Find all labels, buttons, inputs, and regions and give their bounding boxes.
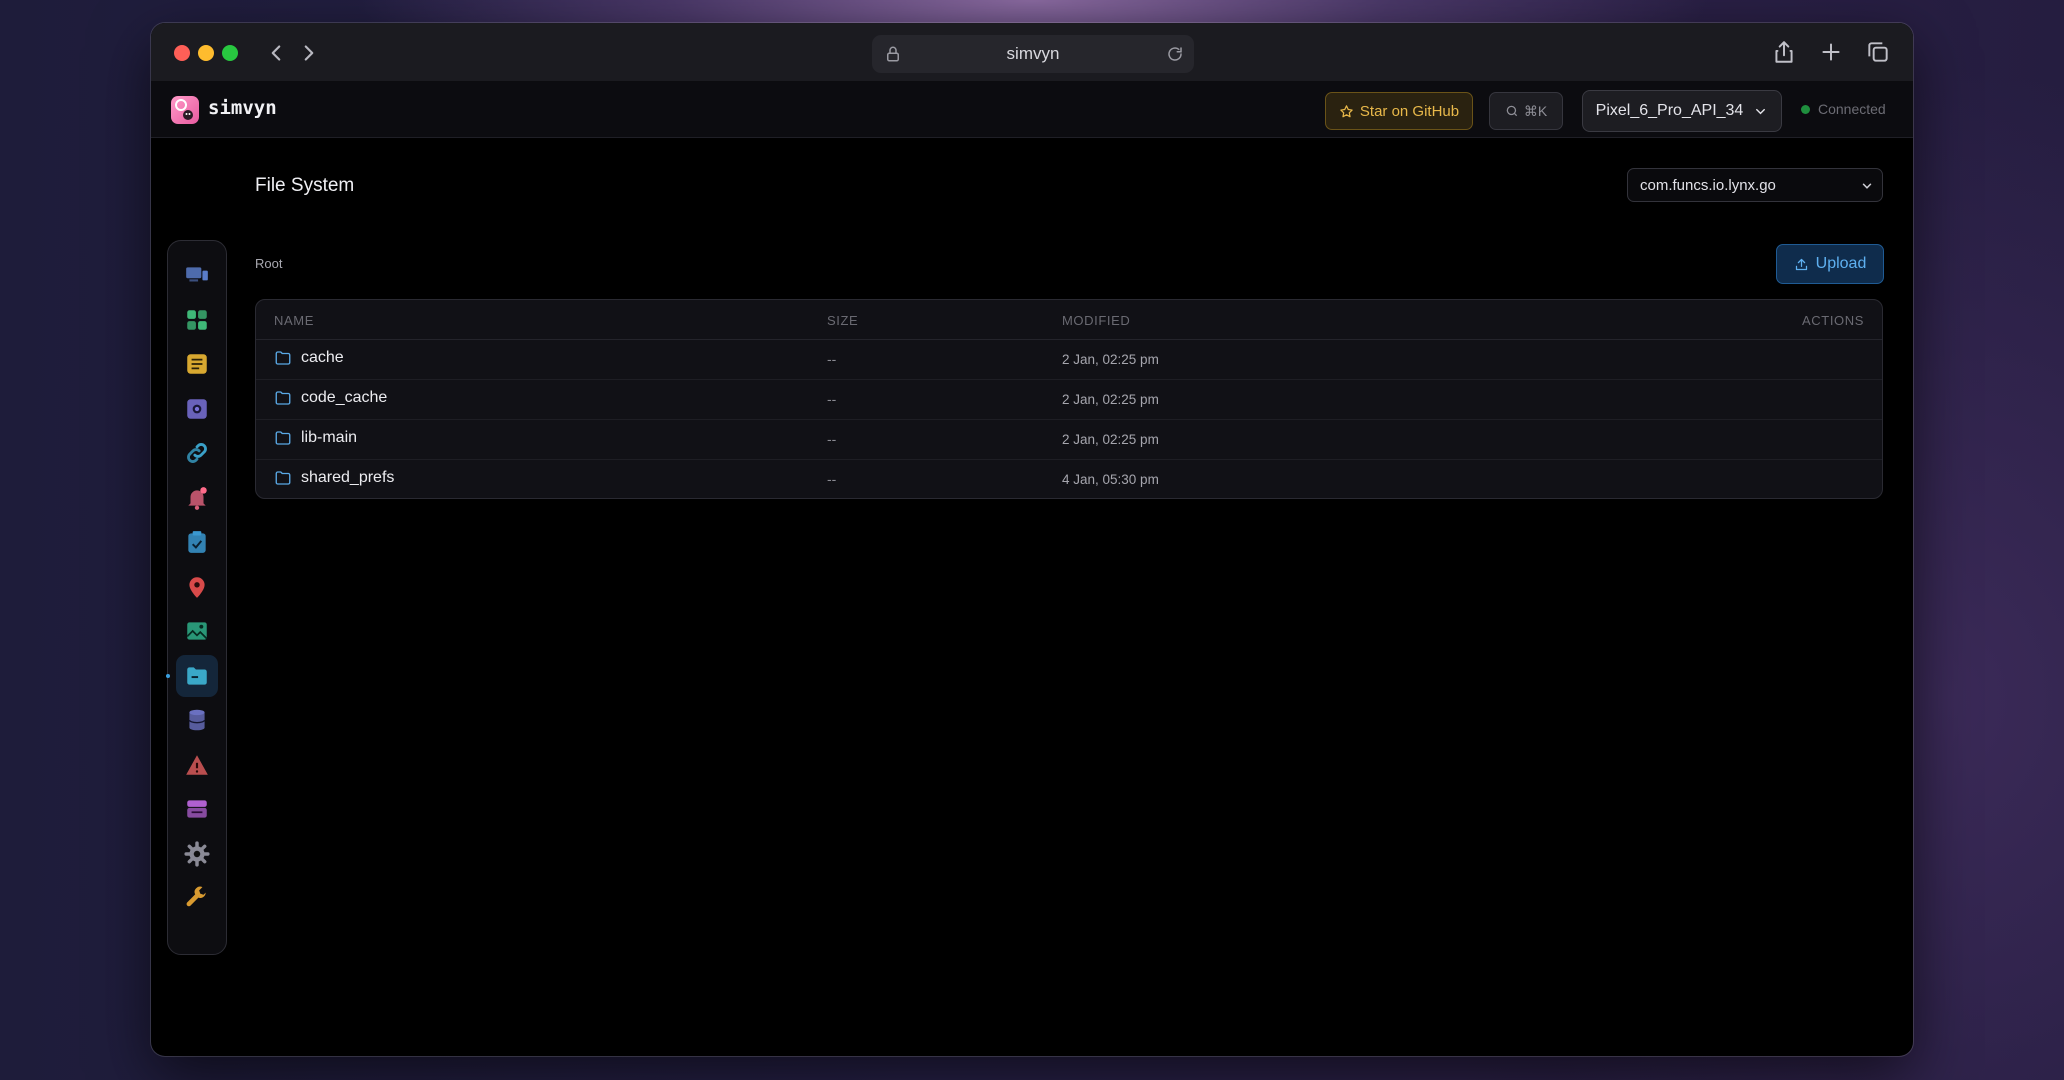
lock-icon [887,46,899,62]
file-modified: 2 Jan, 02:25 pm [1062,392,1159,407]
maximize-window-button[interactable] [222,45,238,61]
app-name: simvyn [208,97,277,119]
close-window-button[interactable] [174,45,190,61]
share-icon[interactable] [1771,39,1797,65]
sidebar-item-settings-gear[interactable] [176,833,218,875]
upload-icon [1795,258,1807,270]
search-icon [1506,105,1517,117]
status-text: Connected [1818,101,1886,117]
sidebar-item-devices[interactable] [176,254,218,296]
file-modified: 2 Jan, 02:25 pm [1062,432,1159,447]
file-size: -- [827,431,837,447]
back-icon[interactable] [263,40,289,66]
sidebar-item-apps-grid[interactable] [176,299,218,341]
tab-overview-icon[interactable] [1865,39,1891,65]
sidebar-item-layers[interactable] [176,788,218,830]
column-header-size[interactable]: SIZE [827,313,858,328]
minimize-window-button[interactable] [198,45,214,61]
device-name: Pixel_6_Pro_API_34 [1595,102,1744,119]
sidebar-item-folder[interactable] [176,654,218,697]
folder-icon [275,471,291,485]
status-dot [1801,104,1810,114]
sidebar-item-notification-bell[interactable] [176,477,218,519]
file-table: NAME SIZE MODIFIED ACTIONS cache -- 2 Jan,… [255,299,1883,499]
database-icon [188,709,206,731]
sidebar-item-screenshot[interactable] [176,388,218,430]
new-tab-icon[interactable] [1818,39,1844,65]
sidebar-item-logs[interactable] [176,343,218,385]
folder-icon [275,431,291,445]
file-modified: 2 Jan, 02:25 pm [1062,352,1159,367]
notification-bell-icon [188,486,207,510]
sidebar-item-crash-warning[interactable] [176,744,218,786]
sidebar-item-wrench-tools[interactable] [176,877,218,919]
sidebar-item-database[interactable] [176,699,218,741]
column-header-modified[interactable]: MODIFIED [1062,313,1130,328]
star-label: Star on GitHub [1359,102,1460,120]
file-size: -- [827,351,837,367]
chevron-down-icon [1756,108,1766,114]
device-selector[interactable]: Pixel_6_Pro_API_34 [1582,90,1782,132]
table-row[interactable]: code_cache -- 2 Jan, 02:25 pm [256,380,1882,420]
column-header-actions: ACTIONS [1802,313,1864,328]
file-name-cell[interactable]: code_cache [274,389,387,407]
file-name: cache [301,349,344,366]
upload-button[interactable]: Upload [1776,244,1884,284]
devices-icon [186,267,208,282]
reload-icon[interactable] [1166,45,1184,63]
file-name: shared_prefs [301,469,395,486]
table-row[interactable]: shared_prefs -- 4 Jan, 05:30 pm [256,460,1882,498]
breadcrumb-root[interactable]: Root [255,256,282,271]
logs-icon [187,354,207,374]
package-name: com.funcs.io.lynx.go [1640,176,1776,194]
table-row[interactable]: cache -- 2 Jan, 02:25 pm [256,340,1882,380]
apps-grid-icon [187,309,207,330]
star-icon [1340,104,1353,117]
table-row[interactable]: lib-main -- 2 Jan, 02:25 pm [256,420,1882,460]
folder-icon [275,351,291,365]
crash-warning-icon [186,754,208,775]
app-header: simvyn Star on GitHub ⌘K Pixel_6_Pro_API… [151,82,1913,138]
layers-icon [187,800,207,818]
command-search-button[interactable]: ⌘K [1489,92,1563,130]
location-pin-icon [189,576,205,598]
app-logo [171,96,199,124]
page-title: File System [255,175,355,196]
star-on-github-button[interactable]: Star on GitHub [1325,92,1473,130]
table-header: NAME SIZE MODIFIED ACTIONS [256,300,1882,340]
browser-titlebar: simvyn [151,23,1913,82]
file-size: -- [827,391,837,407]
address-bar[interactable]: simvyn [872,35,1194,73]
sidebar-item-location-pin[interactable] [176,566,218,608]
sidebar-item-media-image[interactable] [176,610,218,652]
file-name-cell[interactable]: lib-main [274,429,357,447]
file-name-cell[interactable]: shared_prefs [274,469,394,487]
active-indicator [166,673,170,678]
browser-window: simvyn simvyn Star on GitHub ⌘K Pixel_6_… [151,23,1913,1056]
media-image-icon [186,622,208,640]
tool-sidebar [166,240,227,955]
file-name: lib-main [301,429,358,446]
deep-link-icon [187,443,207,463]
screenshot-icon [187,398,207,419]
chevron-down-icon [1862,183,1872,189]
address-text: simvyn [1006,44,1060,63]
file-size: -- [827,471,837,487]
file-name-cell[interactable]: cache [274,349,344,367]
search-shortcut: ⌘K [1523,102,1548,119]
settings-gear-icon [184,840,210,867]
package-select[interactable]: com.funcs.io.lynx.go [1627,168,1883,202]
folder-icon [275,391,291,405]
column-header-name[interactable]: NAME [274,313,314,328]
connection-status: Connected [1801,101,1886,117]
sidebar-item-clipboard[interactable] [176,521,218,563]
folder-icon [187,666,207,685]
file-modified: 4 Jan, 05:30 pm [1062,472,1159,487]
upload-label: Upload [1815,255,1867,272]
wrench-tools-icon [186,886,206,907]
sidebar-item-deep-link[interactable] [176,432,218,474]
file-name: code_cache [301,389,388,406]
forward-icon[interactable] [296,40,322,66]
clipboard-icon [188,531,206,553]
